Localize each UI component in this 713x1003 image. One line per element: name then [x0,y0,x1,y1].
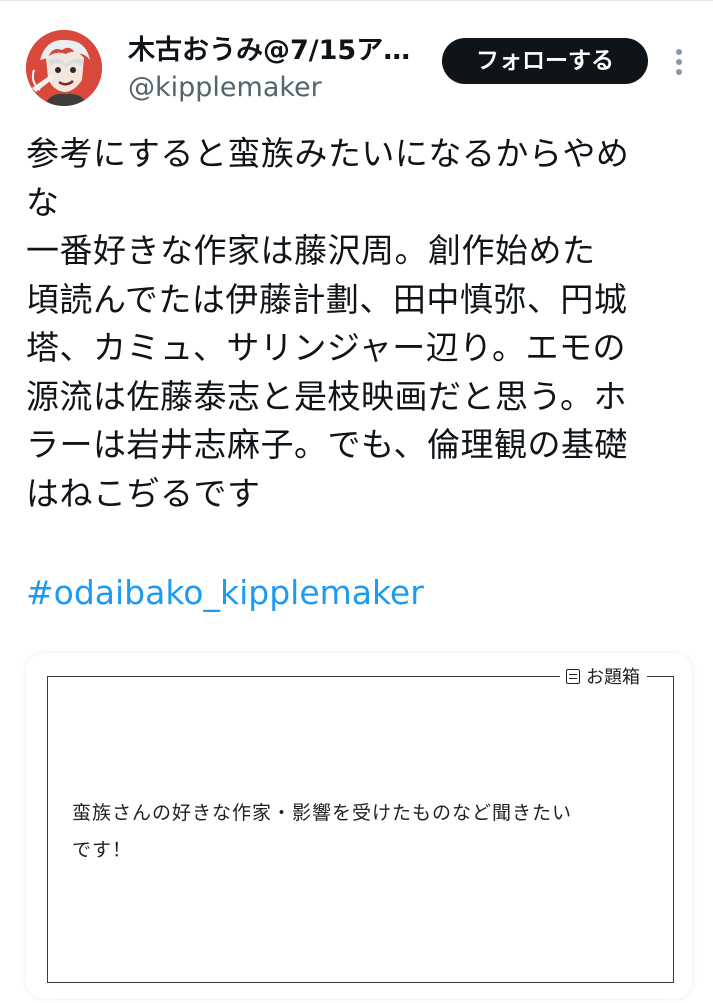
question-line: 蛮族さんの好きな作家・影響を受けたものなど聞きたい [72,802,573,824]
hashtag-link[interactable]: #odaibako_kipplemaker [26,569,424,617]
top-divider [0,0,713,1]
display-name[interactable]: 木古おうみ@7/15ア… [128,33,428,69]
user-handle[interactable]: @kipplemaker [128,70,322,106]
tweet-line: 源流は佐藤泰志と是枝映画だと思う。ホ [26,376,628,416]
tweet-line: 塔、カミュ、サリンジャー辺り。エモの [26,328,627,367]
tweet-line: はねこぢるです [26,473,261,513]
avatar-illustration-icon [26,30,102,106]
more-vertical-icon[interactable] [669,46,689,78]
memo-icon [566,668,580,684]
tweet-line: 参考にすると蛮族みたいになるからやめ [26,134,630,173]
tweet-page: 木古おうみ@7/15ア… @kipplemaker フォローする 参考にすると蛮… [0,0,713,1003]
odai-label: お題箱 [560,662,647,690]
tweet-line: な [26,182,60,222]
avatar[interactable] [26,30,102,106]
tweet-line: ラーは岩井志麻子。でも、倫理観の基礎 [26,425,629,464]
tweet-line: 頃読んでたは伊藤計劃、田中慎弥、円城 [26,279,628,319]
odai-label-text: お題箱 [586,667,640,688]
follow-button[interactable]: フォローする [442,38,648,84]
tweet-line: 一番好きな作家は藤沢周。創作始めた [26,231,596,270]
question-line: です！ [72,839,133,861]
tweet-text: 参考にすると蛮族みたいになるからやめ な 一番好きな作家は藤沢周。創作始めた 頃… [26,130,686,518]
odai-question: 蛮族さんの好きな作家・影響を受けたものなど聞きたい です！ [72,795,652,869]
